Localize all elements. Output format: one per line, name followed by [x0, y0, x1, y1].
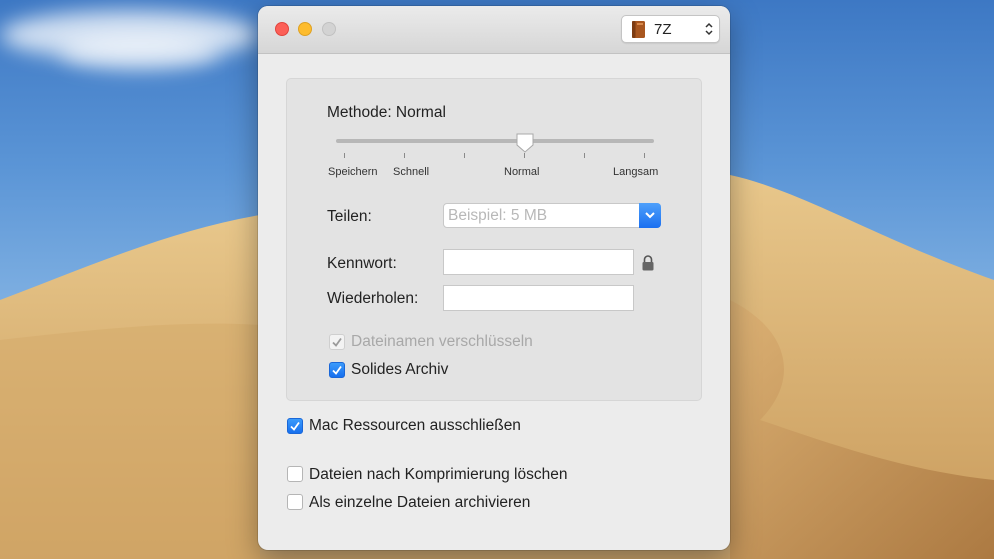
slider-tick — [584, 153, 585, 158]
encrypt-filenames-checkbox[interactable] — [329, 334, 345, 350]
method-label: Methode: Normal — [327, 104, 446, 121]
close-window-button[interactable] — [275, 22, 289, 36]
split-size-dropdown-button[interactable] — [639, 203, 661, 228]
compression-slider-knob[interactable] — [515, 132, 535, 154]
solid-archive-label: Solides Archiv — [351, 361, 449, 378]
slider-label-schnell: Schnell — [393, 166, 430, 178]
password-input[interactable] — [443, 249, 634, 275]
exclude-mac-resources-checkbox[interactable] — [287, 418, 303, 434]
split-size-select[interactable]: Beispiel: 5 MB — [443, 203, 661, 228]
title-bar: 7Z — [258, 6, 730, 54]
repeat-password-input[interactable] — [443, 285, 634, 311]
compression-options-window: 7Z Methode: Normal Speichern Schnell Nor… — [258, 6, 730, 550]
archive-format-value: 7Z — [654, 21, 672, 38]
archive-separately-label: Als einzelne Dateien archivieren — [309, 494, 531, 511]
password-label: Kennwort: — [327, 255, 397, 272]
minimize-window-button[interactable] — [298, 22, 312, 36]
checkmark-icon — [290, 421, 300, 431]
chevron-up-down-icon — [705, 22, 713, 36]
delete-after-compression-checkbox[interactable] — [287, 466, 303, 482]
solid-archive-checkbox[interactable] — [329, 362, 345, 378]
split-label: Teilen: — [327, 208, 372, 225]
lock-icon[interactable] — [641, 254, 655, 272]
split-size-placeholder: Beispiel: 5 MB — [448, 207, 548, 224]
slider-tick — [464, 153, 465, 158]
archive-format-select[interactable]: 7Z — [621, 15, 720, 43]
zoom-window-button[interactable] — [322, 22, 336, 36]
slider-label-normal: Normal — [504, 166, 540, 178]
encrypt-filenames-label: Dateinamen verschlüsseln — [351, 333, 533, 350]
slider-tick — [344, 153, 345, 158]
slider-tick — [644, 153, 645, 158]
checkmark-icon — [332, 337, 342, 347]
archive-separately-checkbox[interactable] — [287, 494, 303, 510]
slider-tick — [404, 153, 405, 158]
compression-slider-track[interactable] — [336, 139, 654, 143]
chevron-down-icon — [645, 212, 655, 219]
options-panel — [286, 78, 702, 401]
delete-after-compression-label: Dateien nach Komprimierung löschen — [309, 466, 568, 483]
slider-label-speichern: Speichern — [328, 166, 378, 178]
exclude-mac-resources-label: Mac Ressourcen ausschließen — [309, 417, 521, 434]
repeat-password-label: Wiederholen: — [327, 290, 419, 307]
slider-label-langsam: Langsam — [613, 166, 659, 178]
checkmark-icon — [332, 365, 342, 375]
archive-book-icon — [632, 21, 645, 38]
